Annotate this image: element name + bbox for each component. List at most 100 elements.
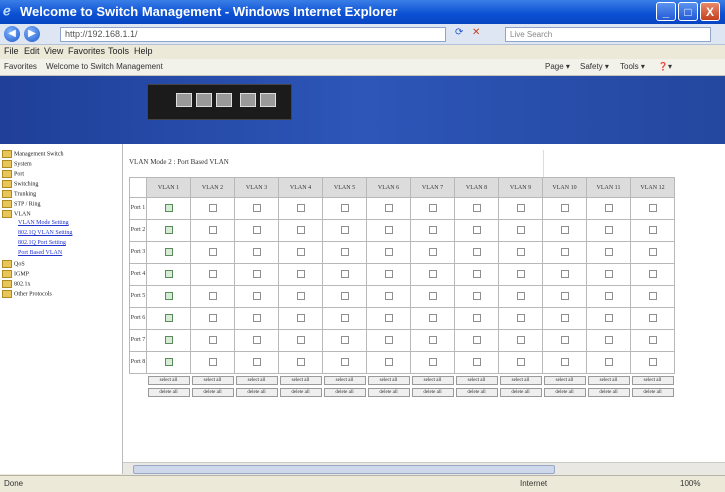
horizontal-scrollbar[interactable] [123,462,725,475]
vlan-member-checkbox[interactable] [472,247,481,256]
vlan-member-checkbox[interactable] [252,203,261,212]
vlan-member-checkbox[interactable] [164,203,173,212]
vlan-member-checkbox[interactable] [296,357,305,366]
vlan-member-checkbox[interactable] [604,335,613,344]
delete-all-button[interactable]: delete all [499,387,542,397]
help-menu[interactable]: ❓▾ [658,62,672,71]
tab-current[interactable]: Welcome to Switch Management [46,62,163,71]
vlan-member-checkbox[interactable] [560,269,569,278]
delete-all-button[interactable]: delete all [587,387,630,397]
vlan-member-checkbox[interactable] [340,225,349,234]
vlan-member-checkbox[interactable] [252,225,261,234]
vlan-member-checkbox[interactable] [252,247,261,256]
page-menu[interactable]: Page ▾ [545,62,570,71]
scrollbar-thumb[interactable] [133,465,555,474]
vlan-member-checkbox[interactable] [472,291,481,300]
vlan-member-checkbox[interactable] [472,225,481,234]
vlan-member-checkbox[interactable] [648,269,657,278]
select-all-button[interactable]: select all [587,375,630,385]
vlan-member-checkbox[interactable] [648,313,657,322]
vlan-member-checkbox[interactable] [472,357,481,366]
menu-favorites[interactable]: Favorites [68,46,105,56]
vlan-member-checkbox[interactable] [340,357,349,366]
sidebar-item[interactable]: STP / Ring [2,200,40,208]
delete-all-button[interactable]: delete all [279,387,322,397]
delete-all-button[interactable]: delete all [191,387,234,397]
vlan-member-checkbox[interactable] [428,269,437,278]
vlan-member-checkbox[interactable] [384,269,393,278]
vlan-member-checkbox[interactable] [384,203,393,212]
vlan-member-checkbox[interactable] [164,247,173,256]
select-all-button[interactable]: select all [279,375,322,385]
vlan-member-checkbox[interactable] [164,269,173,278]
vlan-member-checkbox[interactable] [164,335,173,344]
menu-view[interactable]: View [44,46,63,56]
sidebar-item[interactable]: Management Switch [2,150,64,158]
vlan-member-checkbox[interactable] [296,203,305,212]
vlan-member-checkbox[interactable] [384,357,393,366]
vlan-member-checkbox[interactable] [560,291,569,300]
vlan-member-checkbox[interactable] [648,225,657,234]
delete-all-button[interactable]: delete all [455,387,498,397]
vlan-member-checkbox[interactable] [384,335,393,344]
sidebar-item[interactable]: 802.1x [2,280,31,288]
sidebar-subitem[interactable]: 802.1Q VLAN Setting [18,230,72,236]
vlan-member-checkbox[interactable] [472,313,481,322]
url-input[interactable]: http://192.168.1.1/ [60,27,446,42]
vlan-member-checkbox[interactable] [384,225,393,234]
sidebar-subitem[interactable]: VLAN Mode Setting [18,220,69,226]
menu-help[interactable]: Help [134,46,153,56]
vlan-member-checkbox[interactable] [428,225,437,234]
vlan-member-checkbox[interactable] [428,247,437,256]
vlan-member-checkbox[interactable] [560,357,569,366]
vlan-member-checkbox[interactable] [428,203,437,212]
vlan-member-checkbox[interactable] [516,357,525,366]
delete-all-button[interactable]: delete all [543,387,586,397]
vlan-member-checkbox[interactable] [208,203,217,212]
vlan-member-checkbox[interactable] [340,269,349,278]
vlan-member-checkbox[interactable] [604,291,613,300]
forward-button[interactable]: ▶ [24,26,40,42]
vlan-member-checkbox[interactable] [208,313,217,322]
vlan-member-checkbox[interactable] [164,357,173,366]
vlan-member-checkbox[interactable] [252,357,261,366]
vlan-member-checkbox[interactable] [296,269,305,278]
vlan-member-checkbox[interactable] [296,335,305,344]
delete-all-button[interactable]: delete all [235,387,278,397]
vlan-member-checkbox[interactable] [560,335,569,344]
vlan-member-checkbox[interactable] [648,357,657,366]
vlan-member-checkbox[interactable] [340,291,349,300]
vlan-member-checkbox[interactable] [208,269,217,278]
vlan-member-checkbox[interactable] [648,247,657,256]
vlan-member-checkbox[interactable] [516,269,525,278]
vlan-member-checkbox[interactable] [472,203,481,212]
tools-menu[interactable]: Tools ▾ [620,62,645,71]
vlan-member-checkbox[interactable] [516,313,525,322]
select-all-button[interactable]: select all [543,375,586,385]
vlan-member-checkbox[interactable] [516,225,525,234]
vlan-member-checkbox[interactable] [472,335,481,344]
vlan-member-checkbox[interactable] [340,313,349,322]
delete-all-button[interactable]: delete all [147,387,190,397]
select-all-button[interactable]: select all [499,375,542,385]
vlan-member-checkbox[interactable] [208,225,217,234]
vlan-member-checkbox[interactable] [252,313,261,322]
vlan-member-checkbox[interactable] [604,357,613,366]
menu-edit[interactable]: Edit [24,46,40,56]
vlan-member-checkbox[interactable] [560,313,569,322]
vlan-member-checkbox[interactable] [208,291,217,300]
sidebar-item[interactable]: Port [2,170,24,178]
safety-menu[interactable]: Safety ▾ [580,62,609,71]
minimize-button[interactable]: _ [656,2,676,21]
vlan-member-checkbox[interactable] [560,225,569,234]
vlan-member-checkbox[interactable] [208,357,217,366]
vlan-member-checkbox[interactable] [384,247,393,256]
vlan-member-checkbox[interactable] [428,291,437,300]
vlan-member-checkbox[interactable] [648,291,657,300]
select-all-button[interactable]: select all [191,375,234,385]
vlan-member-checkbox[interactable] [252,269,261,278]
vlan-member-checkbox[interactable] [428,357,437,366]
sidebar-item[interactable]: Switching [2,180,38,188]
vlan-member-checkbox[interactable] [604,247,613,256]
sidebar-subitem[interactable]: 802.1Q Port Setting [18,240,66,246]
